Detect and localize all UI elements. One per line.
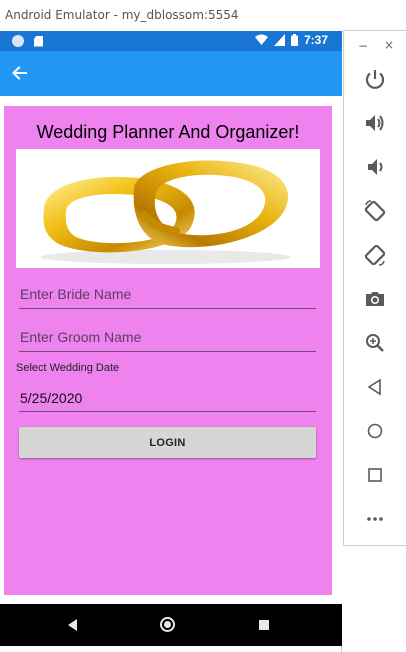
back-triangle-icon[interactable] [68,619,77,631]
camera-icon[interactable] [363,287,387,311]
emulator-toolbar: − × [343,30,406,546]
wedding-date-picker[interactable]: 5/25/2020 [19,386,316,412]
app-bar [0,51,342,96]
zoom-icon[interactable] [363,331,387,355]
navigation-bar [0,604,342,646]
recents-square-icon[interactable] [259,620,269,630]
rotate-right-icon[interactable] [363,243,387,267]
home-circle-icon[interactable] [160,617,175,632]
status-time: 7:37 [303,33,328,47]
rings-illustration [41,160,291,264]
status-bar: 7:37 [0,31,342,51]
power-icon[interactable] [363,67,387,91]
wedding-rings-image [16,149,320,268]
sd-card-icon [34,35,43,47]
bride-name-input[interactable] [19,279,316,309]
minimize-button[interactable]: − [358,39,368,53]
rotate-left-icon[interactable] [363,199,387,223]
screen: Android Emulator - my_dblossom:5554 7:37… [0,0,406,652]
more-icon[interactable] [363,507,387,531]
notification-circle-icon [12,35,24,47]
groom-name-input[interactable] [19,322,316,352]
emulator-window: Android Emulator - my_dblossom:5554 7:37… [0,0,342,652]
signal-icon [273,34,285,46]
overview-icon[interactable] [363,463,387,487]
login-button[interactable]: LOGIN [19,427,316,458]
volume-up-icon[interactable] [363,111,387,135]
close-button[interactable]: × [384,38,394,52]
login-page: Wedding Planner And Organizer! Enter Bri… [4,106,332,595]
battery-icon [290,34,298,46]
back-icon[interactable] [363,375,387,399]
arrow-left-icon[interactable] [10,63,30,83]
wedding-date-label: Select Wedding Date [16,362,120,374]
window-title: Android Emulator - my_dblossom:5554 [0,0,342,31]
page-title: Wedding Planner And Organizer! [36,122,300,142]
wifi-icon [254,34,268,45]
volume-down-icon[interactable] [363,155,387,179]
home-icon[interactable] [363,419,387,443]
